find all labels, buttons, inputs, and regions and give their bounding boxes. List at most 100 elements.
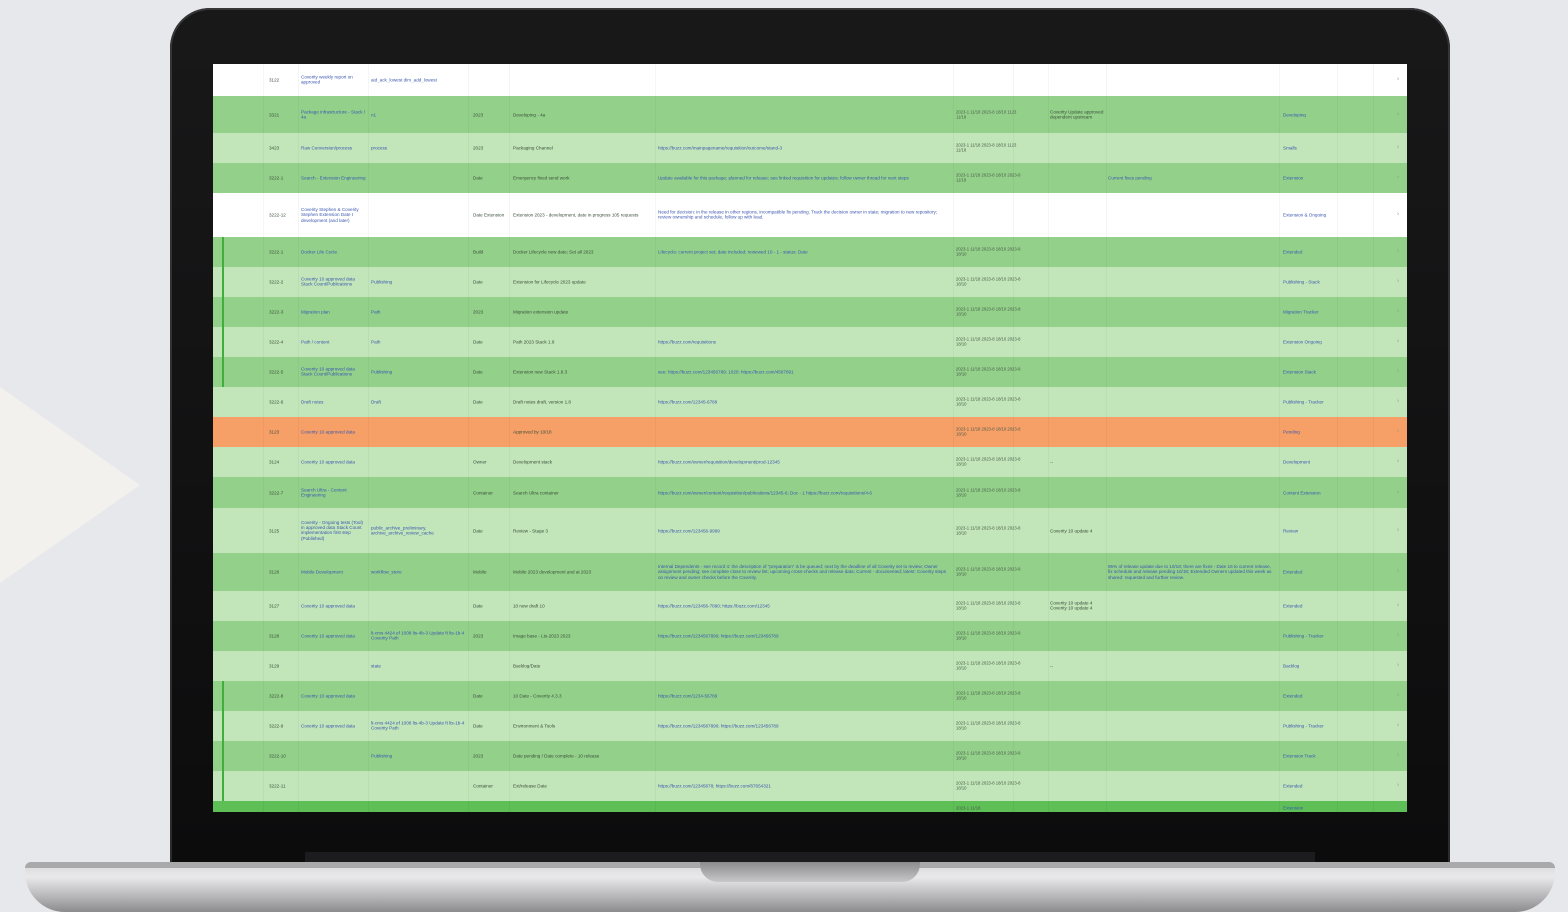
cell-owner[interactable]: Review: [1283, 528, 1333, 533]
cell-tag[interactable]: Publishing: [371, 369, 467, 374]
row-expand-icon[interactable]: ›: [1397, 569, 1405, 574]
table-row[interactable]: 3222-9 Coverity 10 approved data lt-cms 44…: [213, 711, 1407, 742]
cell-owner[interactable]: Development: [1283, 459, 1333, 464]
cell-owner[interactable]: Publishing - Tracker: [1283, 399, 1333, 404]
row-expand-icon[interactable]: ›: [1397, 528, 1405, 533]
cell-title[interactable]: Path / content: [301, 339, 367, 344]
row-expand-icon[interactable]: ›: [1397, 112, 1405, 117]
cell-title[interactable]: Coverity - Ongoing tests (Tool) in appro…: [301, 520, 367, 542]
table-row[interactable]: 3222-8 Coverity 10 approved data Date 10 Da…: [213, 681, 1407, 712]
cell-title[interactable]: Coverity weekly report on approved: [301, 75, 367, 86]
table-row[interactable]: 3222-2 Coverity 10 approved data Stack Co…: [213, 267, 1407, 298]
cell-title[interactable]: Coverity Stephen & Coverity Stephen Exte…: [301, 207, 367, 223]
cell-title[interactable]: Coverity 10 approved data: [301, 459, 367, 464]
cell-owner[interactable]: Smalls: [1283, 145, 1333, 150]
cell-owner[interactable]: Extended: [1283, 603, 1333, 608]
cell-tag[interactable]: public_archive_preliminary, archive_arch…: [371, 525, 467, 536]
cell-note[interactable]: Lifecycle: current project set; date inc…: [658, 249, 948, 254]
cell-owner[interactable]: Extension Track: [1283, 753, 1333, 758]
cell-owner[interactable]: Publishing - Tracker: [1283, 633, 1333, 638]
cell-note[interactable]: https://buzz.com/12345678; https://buzz.…: [658, 783, 948, 788]
row-expand-icon[interactable]: ›: [1397, 279, 1405, 284]
cell-title[interactable]: Package infrastructure - Stack / 4a: [301, 109, 367, 120]
row-expand-icon[interactable]: ›: [1397, 633, 1405, 638]
table-row[interactable]: 3222-5 Coverity 10 approved data Stack Co…: [213, 357, 1407, 388]
cell-owner[interactable]: Extension: [1283, 175, 1333, 180]
row-expand-icon[interactable]: ›: [1397, 603, 1405, 608]
row-expand-icon[interactable]: ›: [1397, 459, 1405, 464]
table-row[interactable]: 3222-4 Path / content Path Date Path 2023 St…: [213, 327, 1407, 358]
cell-extra[interactable]: 95% of release update due to 10/18; ther…: [1108, 564, 1276, 580]
row-expand-icon[interactable]: ›: [1397, 429, 1405, 434]
cell-title[interactable]: Coverity 10 approved data: [301, 723, 367, 728]
cell-tag[interactable]: n1: [371, 112, 467, 117]
table-row[interactable]: 3222-1 Search - Extension Engineering Date…: [213, 163, 1407, 194]
cell-owner[interactable]: Extension Stack: [1283, 369, 1333, 374]
table-row[interactable]: 3123 Coverity 10 approved data Approved by…: [213, 417, 1407, 448]
cell-title[interactable]: Mobile Development: [301, 569, 367, 574]
cell-tag[interactable]: Publishing: [371, 753, 467, 758]
cell-owner[interactable]: Extended: [1283, 693, 1333, 698]
row-expand-icon[interactable]: ›: [1397, 309, 1405, 314]
cell-tag[interactable]: workflow_store: [371, 569, 467, 574]
cell-title[interactable]: Docker Life Cycle: [301, 249, 367, 254]
row-expand-icon[interactable]: ›: [1397, 399, 1405, 404]
cell-title[interactable]: Migration plan: [301, 309, 367, 314]
table-row[interactable]: 2023-1 11/18 Extension ›: [213, 801, 1407, 812]
cell-owner[interactable]: Migration Tracker: [1283, 309, 1333, 314]
cell-tag[interactable]: Path: [371, 309, 467, 314]
cell-note[interactable]: Need for decision: in the release in oth…: [658, 210, 948, 221]
cell-note[interactable]: https://buzz.com/requisitions: [658, 339, 948, 344]
table-row[interactable]: 3124 Coverity 10 approved data Owner Develo…: [213, 447, 1407, 478]
cell-title[interactable]: Raw Conversion/process: [301, 145, 367, 150]
cell-note[interactable]: see: https://buzz.com/123456789; 1020: h…: [658, 369, 948, 374]
cell-note[interactable]: Internal Dependents - see record 4: the …: [658, 564, 948, 580]
table-row[interactable]: 3321 Package infrastructure - Stack / 4a n…: [213, 96, 1407, 134]
row-expand-icon[interactable]: ›: [1397, 77, 1405, 82]
cell-title[interactable]: Search - Extension Engineering: [301, 175, 367, 180]
table-row[interactable]: 3423 Raw Conversion/process process 2023 Pac…: [213, 133, 1407, 164]
cell-title[interactable]: Coverity 10 approved data: [301, 429, 367, 434]
cell-tag[interactable]: lt-cms 4424 ef 1008 lts-4b-3 Update ft l…: [371, 721, 467, 732]
row-expand-icon[interactable]: ›: [1397, 339, 1405, 344]
cell-note[interactable]: https://buzz.com/owner/requisition/devel…: [658, 459, 948, 464]
table-row[interactable]: 3222-7 Search Ultra - Content Engineering…: [213, 477, 1407, 509]
cell-owner[interactable]: Extension & Ongoing: [1283, 212, 1333, 217]
cell-title[interactable]: Coverity 10 approved data Stack Count/Pu…: [301, 367, 367, 378]
cell-note[interactable]: Update available for this package; plann…: [658, 175, 948, 180]
cell-tag[interactable]: state: [371, 663, 467, 668]
cell-note[interactable]: https://buzz.com/123456-9999: [658, 528, 948, 533]
table-row[interactable]: 3222-6 Draft notes Draft Date Draft notes dr…: [213, 387, 1407, 418]
cell-owner[interactable]: Extension: [1283, 805, 1333, 810]
cell-note[interactable]: https://buzz.com/123456-7890; https://bu…: [658, 603, 948, 608]
table-row[interactable]: 3125 Coverity - Ongoing tests (Tool) in a…: [213, 508, 1407, 554]
cell-tag[interactable]: process: [371, 145, 467, 150]
cell-note[interactable]: https://buzz.com/12345-6789: [658, 399, 948, 404]
cell-owner[interactable]: Extension Ongoing: [1283, 339, 1333, 344]
cell-owner[interactable]: Content Extension: [1283, 490, 1333, 495]
row-expand-icon[interactable]: ›: [1397, 212, 1405, 217]
row-expand-icon[interactable]: ›: [1397, 723, 1405, 728]
cell-tag[interactable]: Path: [371, 339, 467, 344]
row-expand-icon[interactable]: ›: [1397, 753, 1405, 758]
cell-tag[interactable]: aid_ack_lowest dim_add_lowest: [371, 77, 467, 82]
cell-owner[interactable]: Extended: [1283, 569, 1333, 574]
row-expand-icon[interactable]: ›: [1397, 663, 1405, 668]
cell-tag[interactable]: Draft: [371, 399, 467, 404]
cell-owner[interactable]: Extended: [1283, 783, 1333, 788]
table-row[interactable]: 3126 Mobile Development workflow_store Mobi…: [213, 553, 1407, 592]
cell-title[interactable]: Coverity 10 approved data Stack Count/Pu…: [301, 277, 367, 288]
table-row[interactable]: 3222-12 Coverity Stephen & Coverity Steph…: [213, 193, 1407, 238]
row-expand-icon[interactable]: ›: [1397, 783, 1405, 788]
row-expand-icon[interactable]: ›: [1397, 805, 1405, 810]
cell-note[interactable]: https://buzz.com/1234567890; https://buz…: [658, 723, 948, 728]
cell-title[interactable]: Coverity 10 approved data: [301, 633, 367, 638]
table-row[interactable]: 3127 Coverity 10 approved data Date 10 new …: [213, 591, 1407, 622]
table-row[interactable]: 3122 Coverity weekly report on approved ai…: [213, 64, 1407, 97]
cell-tag[interactable]: lt-cms 4424 ef 1008 lts-4b-3 Update ft l…: [371, 631, 467, 642]
table-row[interactable]: 3222-11 Container Ext/release Date https://…: [213, 771, 1407, 802]
cell-extra[interactable]: Current fixes pending: [1108, 175, 1276, 180]
cell-note[interactable]: https://buzz.com/1234567890; https://buz…: [658, 633, 948, 638]
cell-tag[interactable]: Publishing: [371, 279, 467, 284]
cell-owner[interactable]: Extended: [1283, 249, 1333, 254]
